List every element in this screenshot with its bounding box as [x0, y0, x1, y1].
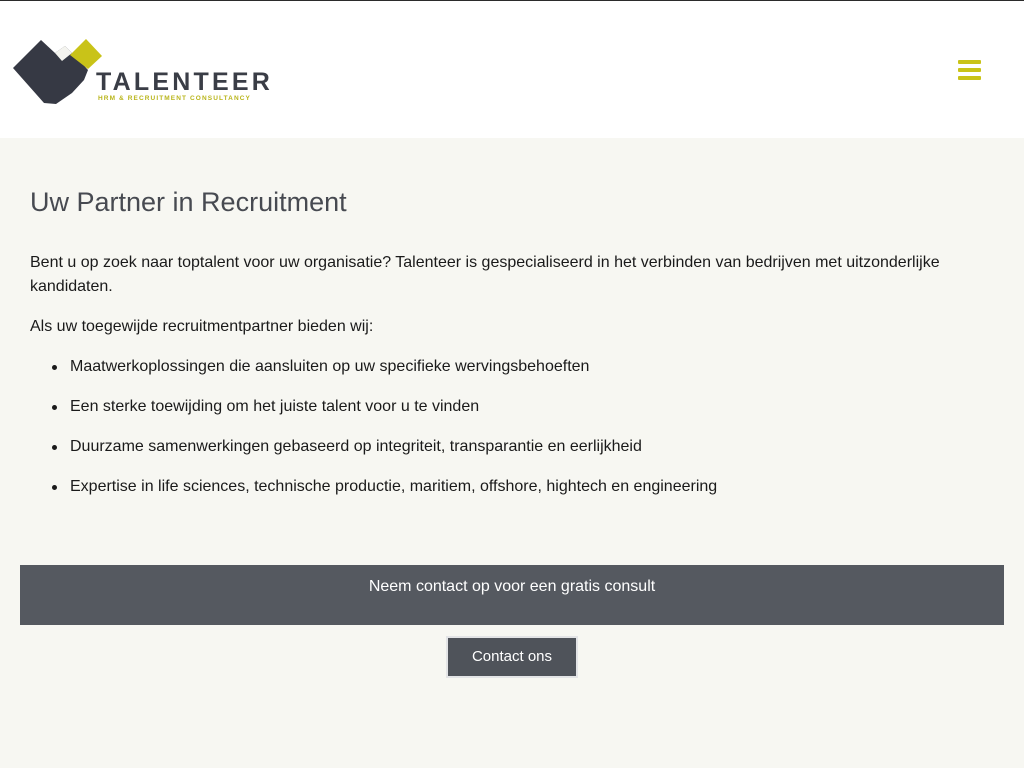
cta-banner: Neem contact op voor een gratis consult: [20, 565, 1004, 625]
page-title: Uw Partner in Recruitment: [30, 187, 347, 217]
brand-name: TALENTEER: [96, 68, 273, 96]
hamburger-menu-icon[interactable]: [958, 60, 982, 82]
contact-button[interactable]: Contact ons: [446, 636, 578, 678]
list-item-text: Maatwerkoplossingen die aansluiten op uw…: [70, 358, 590, 375]
list-item-text: Duurzame samenwerkingen gebaseerd op int…: [70, 438, 642, 455]
list-item-text: Expertise in life sciences, technische p…: [70, 478, 718, 495]
site-header: TALENTEER HRM & RECRUITMENT CONSULTANCY: [0, 1, 1024, 138]
talenteer-logo[interactable]: TALENTEER HRM & RECRUITMENT CONSULTANCY: [12, 37, 270, 107]
features-list: Maatwerkoplossingen die aansluiten op uw…: [30, 355, 717, 515]
list-item: Expertise in life sciences, technische p…: [30, 475, 717, 515]
bullet-icon: [52, 485, 57, 490]
list-item: Maatwerkoplossingen die aansluiten op uw…: [30, 355, 717, 395]
list-item-text: Een sterke toewijding om het juiste tale…: [70, 398, 480, 415]
lead-paragraph: Als uw toegewijde recruitmentpartner bie…: [30, 318, 374, 335]
bullet-icon: [52, 365, 57, 370]
logo-mark-icon: [13, 39, 102, 104]
bullet-icon: [52, 405, 57, 410]
intro-paragraph: Bent u op zoek naar toptalent voor uw or…: [30, 254, 940, 295]
cta-text: Neem contact op voor een gratis consult: [368, 578, 656, 595]
brand-tagline: HRM & RECRUITMENT CONSULTANCY: [98, 95, 251, 102]
list-item: Duurzame samenwerkingen gebaseerd op int…: [30, 435, 717, 475]
list-item: Een sterke toewijding om het juiste tale…: [30, 395, 717, 435]
bullet-icon: [52, 445, 57, 450]
